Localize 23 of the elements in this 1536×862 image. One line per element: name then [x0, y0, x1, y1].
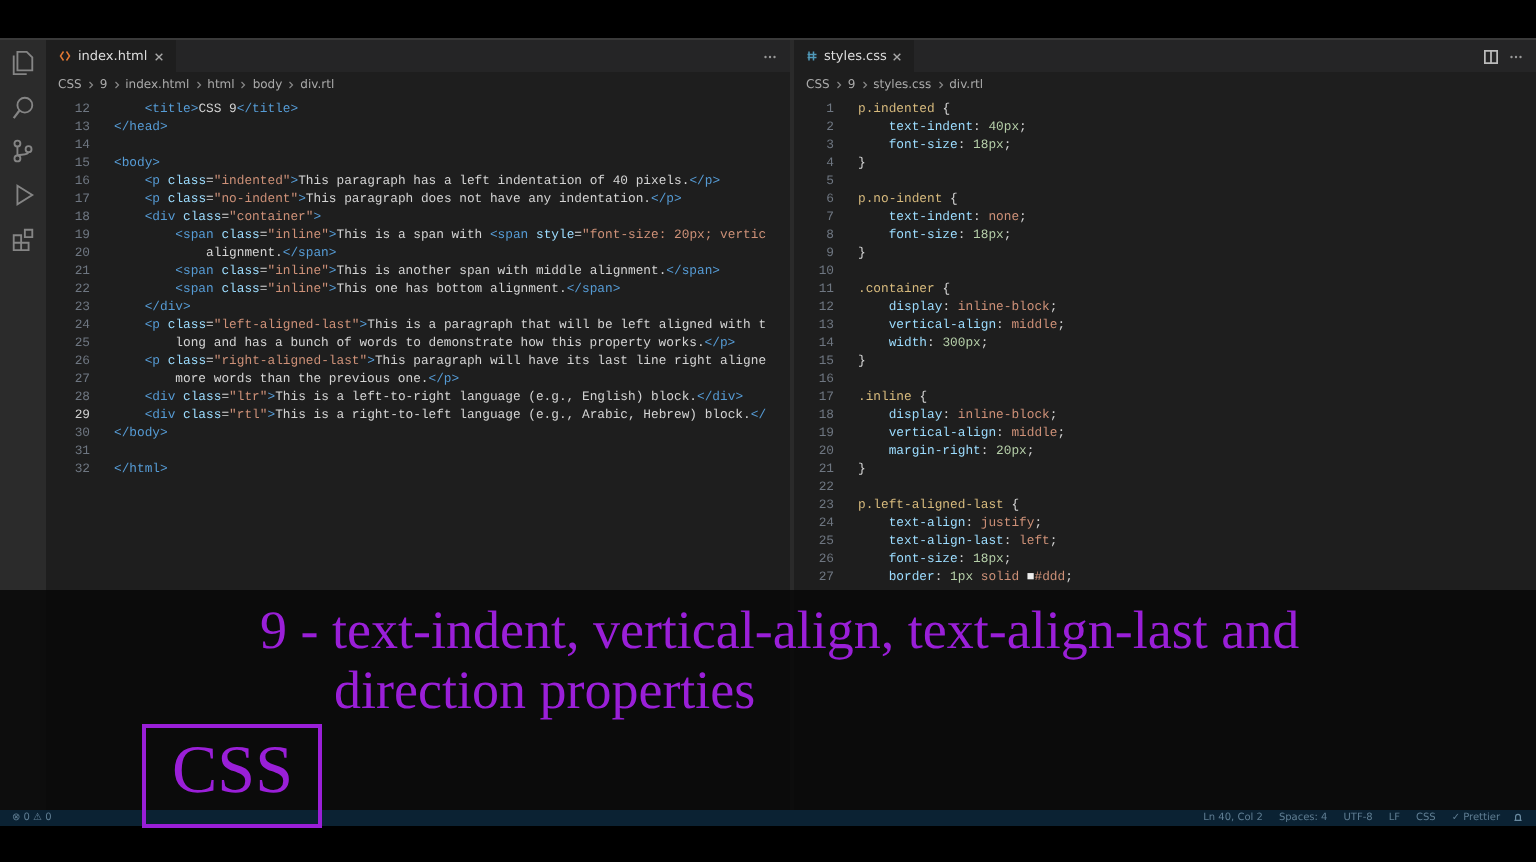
chevron-icon	[861, 79, 868, 89]
chevron-icon	[87, 79, 94, 89]
split-editor-icon[interactable]	[1484, 49, 1498, 63]
bell-icon[interactable]	[1512, 812, 1524, 824]
chevron-icon	[937, 79, 944, 89]
hash-icon	[806, 50, 818, 62]
extensions-icon[interactable]	[10, 226, 36, 252]
title-text: 9 - text-indent, vertical-align, text-align-last and	[260, 600, 1300, 660]
search-icon[interactable]	[10, 94, 36, 120]
chevron-icon	[113, 79, 120, 89]
more-icon[interactable]	[762, 53, 778, 59]
files-icon[interactable]	[10, 50, 36, 76]
chevron-icon	[288, 79, 295, 89]
branch-icon[interactable]	[10, 138, 36, 164]
title-text: direction properties	[332, 660, 756, 720]
chevron-icon	[835, 79, 842, 89]
more-icon[interactable]	[1508, 53, 1524, 59]
close-icon[interactable]	[153, 51, 164, 61]
close-icon[interactable]	[892, 51, 903, 61]
chevron-icon	[240, 79, 247, 89]
css-logo: CSS	[142, 724, 321, 828]
chevron-icon	[195, 79, 202, 89]
code-brackets-icon	[58, 50, 72, 62]
